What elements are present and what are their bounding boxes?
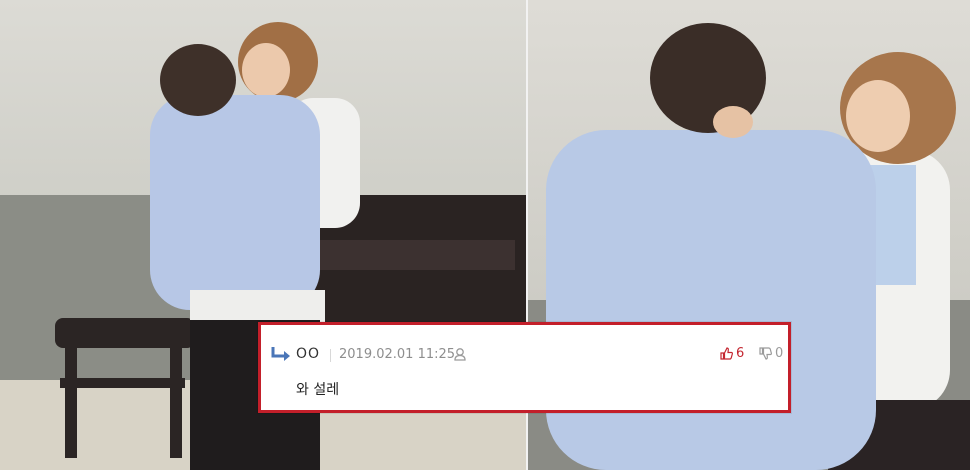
like-button[interactable]: 6: [720, 345, 744, 361]
comment-datetime: 2019.02.01 11:25: [339, 347, 456, 362]
comment-card: OO 2019.02.01 11:25 6 0 와 설레: [258, 322, 791, 413]
reply-arrow-icon: [271, 347, 290, 361]
comment-username[interactable]: OO: [296, 346, 320, 362]
dislike-button[interactable]: 0: [759, 345, 783, 361]
like-count: 6: [736, 345, 745, 361]
meta-separator: [330, 349, 331, 362]
comment-text: 와 설레: [296, 382, 340, 398]
thumbs-up-icon: [720, 346, 733, 360]
user-icon[interactable]: [453, 347, 467, 361]
thumbs-down-icon: [759, 346, 772, 360]
dislike-count: 0: [775, 345, 784, 361]
